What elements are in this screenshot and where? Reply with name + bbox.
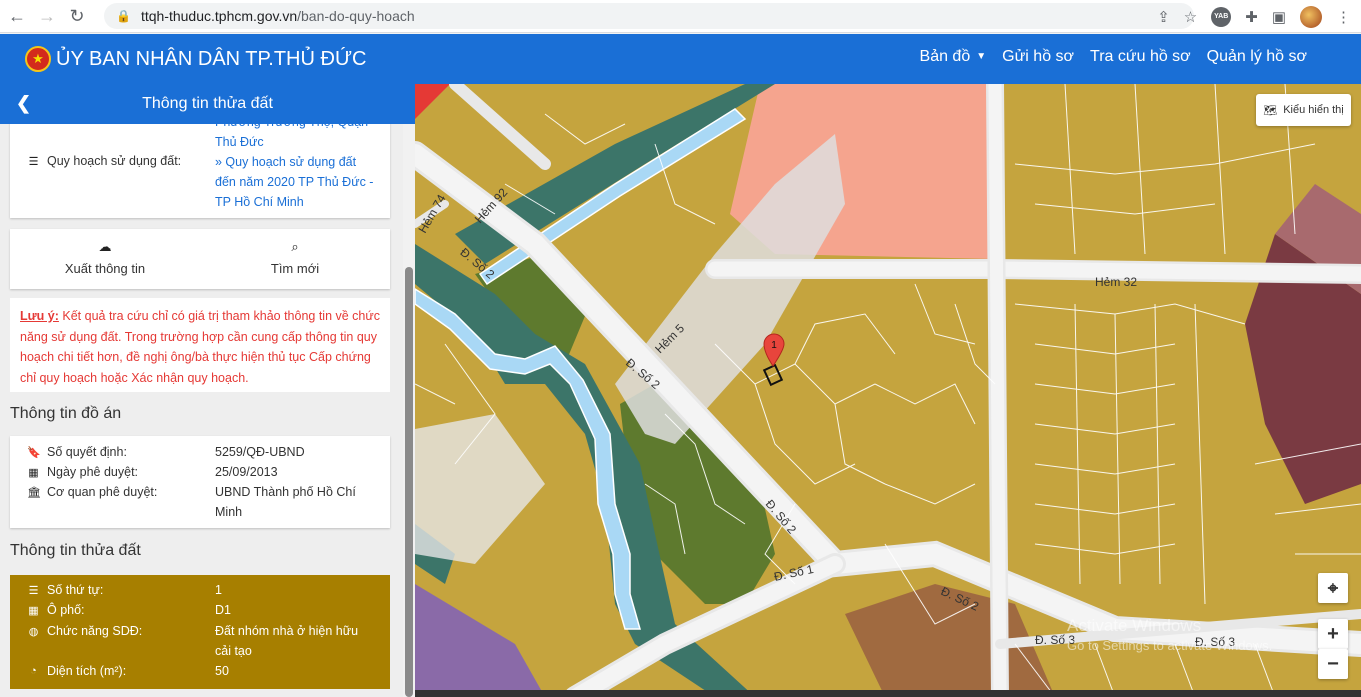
sidepanel-icon[interactable]: ▣ xyxy=(1272,8,1286,26)
crosshair-icon: ⌖ xyxy=(1327,577,1339,598)
block-label: ▦ Ô phố: xyxy=(28,603,85,617)
agency-value-1: UBND Thành phố Hồ Chí xyxy=(215,485,356,499)
nav-quan-ly-ho-so[interactable]: Quản lý hồ sơ xyxy=(1207,48,1307,66)
windows-activation-watermark: Activate Windows Go to Settings to activ… xyxy=(1067,616,1273,653)
land-card: ☰ Số thứ tự: 1 ▦ Ô phố: D1 ◍ Chức năng SDĐ:… xyxy=(10,575,390,689)
map-fold-icon: 🗺 xyxy=(1263,104,1278,117)
globe-icon: ◍ xyxy=(28,625,39,638)
zoom-in-button[interactable]: + xyxy=(1318,619,1348,649)
decision-value: 5259/QĐ-UBND xyxy=(215,445,305,459)
block-value: D1 xyxy=(215,603,231,617)
plan-link-2[interactable]: đến năm 2020 TP Thủ Đức - xyxy=(215,172,385,192)
area-value: 50 xyxy=(215,664,229,678)
plan-label: ☰ Quy hoạch sử dụng đất: xyxy=(28,154,182,168)
zoom-out-button[interactable]: − xyxy=(1318,649,1348,679)
decision-label: 🔖 Số quyết định: xyxy=(27,445,127,459)
function-value-2: cải tạo xyxy=(215,644,252,658)
order-label: ☰ Số thứ tự: xyxy=(28,583,104,597)
calendar-icon: ▦ xyxy=(28,466,39,479)
agency-value-2: Minh xyxy=(215,505,243,519)
plan-link-1[interactable]: » Quy hoạch sử dụng đất xyxy=(215,152,385,172)
nav-tra-cuu-ho-so[interactable]: Tra cứu hồ sơ xyxy=(1090,48,1191,66)
horizontal-scrollbar[interactable] xyxy=(415,690,1361,697)
date-value: 25/09/2013 xyxy=(215,465,278,479)
url-path: /ban-do-quy-hoach xyxy=(297,8,415,24)
app-title[interactable]: ỦY BAN NHÂN DÂN TP.THỦ ĐỨC xyxy=(56,48,366,71)
top-nav: Bản đồ ▼ Gửi hồ sơ Tra cứu hồ sơ Quản lý … xyxy=(920,48,1307,66)
extension-badge-icon[interactable]: YAB xyxy=(1211,6,1232,27)
disclaimer-note: Lưu ý: Kết quả tra cứu chỉ có giá trị th… xyxy=(10,298,390,392)
cloud-download-icon: ☁ xyxy=(98,239,112,254)
agency-label: 🏛 Cơ quan phê duyệt: xyxy=(27,485,158,499)
bookmark-icon: 🔖 xyxy=(27,446,41,459)
locate-button[interactable]: ⌖ xyxy=(1318,573,1348,603)
plan-link-3[interactable]: TP Hồ Chí Minh xyxy=(215,192,385,212)
list-icon: ☰ xyxy=(28,155,39,168)
share-icon[interactable]: ⇪ xyxy=(1157,8,1170,26)
lock-icon: 🔒 xyxy=(116,9,131,23)
planning-map[interactable]: 1 Hẻm 92 Hẻm 74 Đ. Số 2 Đ. Số 2 Đ. Số 2 … xyxy=(415,84,1361,697)
panel-title: Thông tin thửa đất xyxy=(142,95,273,112)
national-emblem-icon: ★ xyxy=(25,46,51,72)
project-card: 🔖 Số quyết định: 5259/QĐ-UBND ▦ Ngày phê d… xyxy=(10,436,390,528)
note-text: Kết quả tra cứu chỉ có giá trị tham khảo… xyxy=(20,309,380,385)
url-host: ttqh-thuduc.tphcm.gov.vn xyxy=(140,8,298,24)
new-search-button[interactable]: ⌕ Tìm mới xyxy=(200,229,390,289)
nav-gui-ho-so[interactable]: Gửi hồ sơ xyxy=(1002,48,1074,66)
reload-icon[interactable]: ↻ xyxy=(64,3,90,29)
map-style-button[interactable]: 🗺 Kiểu hiển thị xyxy=(1256,94,1351,126)
area-label: ◔ Diện tích (m²): xyxy=(27,664,126,678)
back-arrow-icon[interactable]: ← xyxy=(4,3,30,29)
bookmark-star-icon[interactable]: ☆ xyxy=(1184,8,1197,26)
note-label: Lưu ý: xyxy=(20,309,59,323)
forward-arrow-icon[interactable]: → xyxy=(34,3,60,29)
land-section-title: Thông tin thửa đất xyxy=(10,542,141,559)
project-section-title: Thông tin đồ án xyxy=(10,405,122,422)
function-label: ◍ Chức năng SDĐ: xyxy=(28,624,143,638)
extensions-puzzle-icon[interactable]: ✚ xyxy=(1245,8,1258,26)
list-ol-icon: ☰ xyxy=(28,584,39,597)
export-button[interactable]: ☁ Xuất thông tin xyxy=(10,229,200,289)
function-value-1: Đất nhóm nhà ở hiện hữu xyxy=(215,624,359,638)
app-header: ★ ỦY BAN NHÂN DÂN TP.THỦ ĐỨC Bản đồ ▼ Gửi… xyxy=(0,34,1361,84)
search-icon: ⌕ xyxy=(291,239,299,254)
caret-down-icon: ▼ xyxy=(976,51,987,63)
actions-card: ☁ Xuất thông tin ⌕ Tìm mới xyxy=(10,229,390,289)
grid-icon: ▦ xyxy=(28,604,39,617)
panel-scrollbar-thumb[interactable] xyxy=(405,267,413,697)
date-label: ▦ Ngày phê duyệt: xyxy=(28,465,139,479)
chevron-left-icon[interactable]: ❮ xyxy=(16,93,31,114)
order-value: 1 xyxy=(215,583,222,597)
nav-ban-do[interactable]: Bản đồ ▼ xyxy=(920,48,987,66)
ward-text-2: Thủ Đức xyxy=(215,135,264,149)
panel-header: ❮ Thông tin thửa đất xyxy=(0,84,415,124)
road-label-hem32: Hẻm 32 xyxy=(1095,275,1137,289)
institution-icon: 🏛 xyxy=(27,486,41,499)
profile-avatar[interactable] xyxy=(1300,5,1322,28)
menu-kebab-icon[interactable]: ⋮ xyxy=(1336,8,1351,26)
info-panel: ❮ Thông tin thửa đất Phường Trường Thọ, … xyxy=(0,84,415,697)
map-canvas[interactable]: 1 Hẻm 92 Hẻm 74 Đ. Số 2 Đ. Số 2 Đ. Số 2 … xyxy=(415,84,1361,697)
browser-toolbar: ← → ↻ 🔒 ttqh-thuduc.tphcm.gov.vn/ban-do-… xyxy=(0,0,1361,33)
pie-chart-icon: ◔ xyxy=(30,665,37,677)
address-bar[interactable]: 🔒 ttqh-thuduc.tphcm.gov.vn/ban-do-quy-ho… xyxy=(104,3,1194,29)
marker-label: 1 xyxy=(771,340,777,351)
